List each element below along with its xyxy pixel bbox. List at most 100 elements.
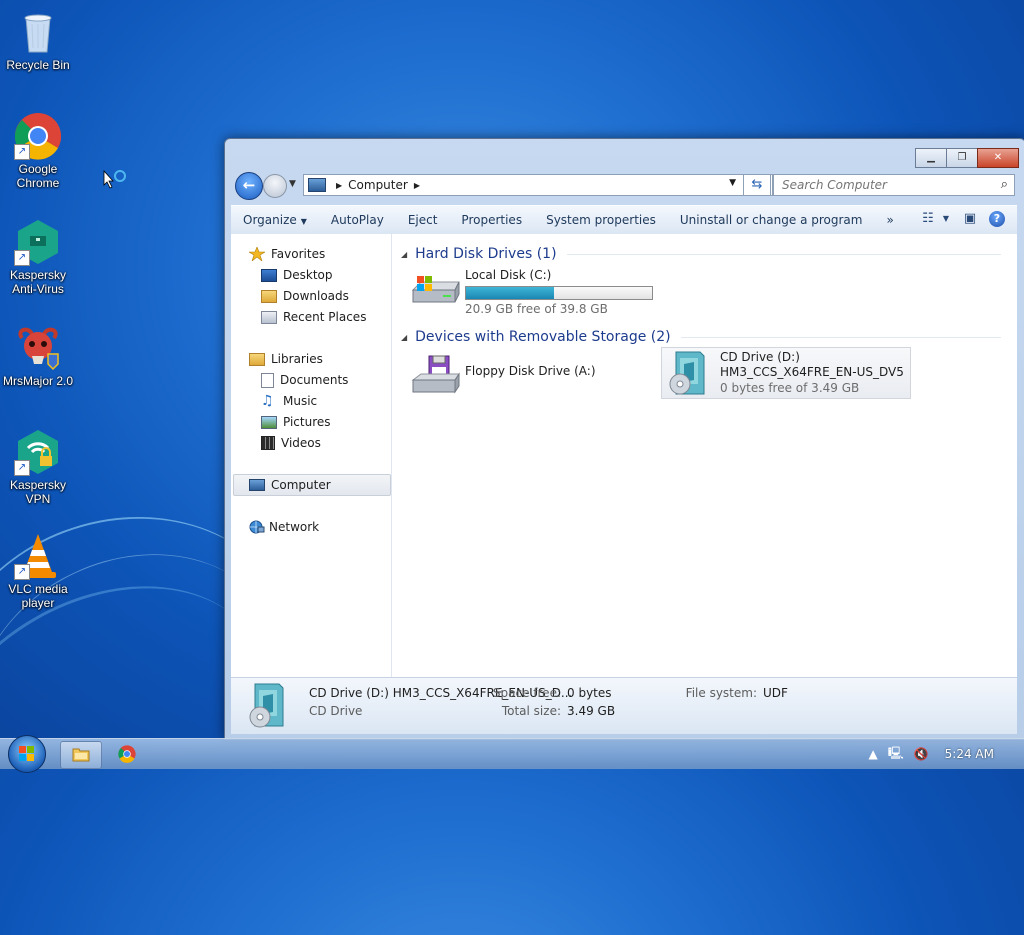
nav-label: Videos: [281, 436, 321, 450]
nav-videos[interactable]: Videos: [261, 433, 321, 453]
back-button[interactable]: ←: [235, 172, 263, 200]
nav-favorites[interactable]: Favorites: [247, 244, 326, 264]
taskbar: ▲ 🖳 🔇 5:24 AM: [0, 735, 1024, 773]
floppy-drive-icon: [411, 354, 461, 398]
collapse-triangle-icon[interactable]: ◢: [401, 250, 407, 259]
documents-icon: [261, 372, 274, 388]
hard-drive-windows-icon: [411, 268, 461, 312]
taskbar-explorer-button[interactable]: [60, 741, 102, 769]
collapse-triangle-icon[interactable]: ◢: [401, 333, 407, 342]
nav-libraries[interactable]: Libraries: [249, 349, 323, 369]
drive-name: Floppy Disk Drive (A:): [465, 364, 596, 378]
nav-pictures[interactable]: Pictures: [261, 412, 331, 432]
clock[interactable]: 5:24 AM: [945, 747, 994, 761]
volume-muted-icon[interactable]: 🔇: [914, 747, 929, 761]
breadcrumb-separator-icon[interactable]: ▶: [336, 181, 342, 190]
desktop-icon-recycle-bin[interactable]: Recycle Bin: [0, 8, 76, 72]
nav-label: Libraries: [271, 352, 323, 366]
search-icon[interactable]: ⌕: [1001, 177, 1008, 192]
group-title: Devices with Removable Storage (2): [415, 329, 671, 345]
desktop-icon-mrsmajor[interactable]: MrsMajor 2.0: [0, 324, 76, 388]
drive-free-space: 20.9 GB free of 39.8 GB: [465, 302, 608, 316]
desktop-icon-vlc[interactable]: ↗ VLC media player: [0, 532, 76, 610]
desktop-icon-kaspersky-antivirus[interactable]: ↗ Kaspersky Anti-Virus: [0, 218, 76, 296]
system-properties-button[interactable]: System properties: [534, 207, 668, 233]
preview-pane-icon[interactable]: ▣: [959, 208, 981, 230]
address-bar[interactable]: ▶ Computer ▶ ▼: [303, 174, 773, 196]
desktop-icon-google-chrome[interactable]: ↗ Google Chrome: [0, 112, 76, 190]
group-hard-disk-drives[interactable]: ◢ Hard Disk Drives (1): [401, 244, 1001, 264]
kaspersky-vpn-icon: ↗: [14, 428, 62, 476]
file-system-label: File system:: [685, 686, 757, 700]
content-pane: ◢ Hard Disk Drives (1) Local Disk (C:) 2…: [393, 234, 1017, 677]
drive-cd-d-selected[interactable]: CD Drive (D:) HM3_CCS_X64FRE_EN-US_DV5 0…: [661, 347, 911, 399]
search-box[interactable]: ⌕: [773, 174, 1015, 196]
recent-pages-dropdown[interactable]: ▼: [289, 179, 296, 189]
nav-label: Pictures: [283, 415, 331, 429]
view-options-chevron-icon[interactable]: ▼: [941, 208, 951, 230]
autoplay-button[interactable]: AutoPlay: [319, 207, 396, 233]
desktop-icon-label: Kaspersky Anti-Virus: [9, 268, 67, 296]
recent-places-icon: [261, 310, 277, 324]
navigation-pane: Favorites Desktop Downloads Recent Place…: [231, 234, 392, 677]
details-type: CD Drive: [309, 704, 363, 718]
shortcut-arrow-icon: ↗: [14, 460, 30, 476]
space-free-label: Space free:: [492, 686, 561, 700]
change-view-icon[interactable]: ☷: [917, 208, 939, 230]
uninstall-program-button[interactable]: Uninstall or change a program: [668, 207, 875, 233]
chevron-down-icon: ▼: [300, 217, 307, 226]
nav-desktop[interactable]: Desktop: [261, 265, 333, 285]
taskbar-chrome-button[interactable]: [106, 741, 146, 767]
network-status-icon[interactable]: 🖳: [888, 744, 904, 765]
nav-music[interactable]: ♫ Music: [261, 391, 317, 411]
file-system-value: UDF: [763, 686, 788, 700]
total-size-value: 3.49 GB: [567, 704, 616, 718]
nav-computer[interactable]: Computer: [249, 475, 331, 495]
start-button[interactable]: [8, 735, 46, 773]
close-button[interactable]: ✕: [977, 148, 1019, 168]
nav-label: Favorites: [271, 247, 326, 261]
drive-floppy-a[interactable]: Floppy Disk Drive (A:): [411, 354, 596, 398]
navigation-bar: ← ▼ ▶ Computer ▶ ▼ ⇆ ⌕: [235, 172, 1015, 200]
forward-button[interactable]: [263, 174, 287, 198]
refresh-button[interactable]: ⇆: [743, 174, 771, 196]
shortcut-arrow-icon: ↗: [14, 250, 30, 266]
toolbar-right-tools: ☷ ▼ ▣ ?: [909, 208, 1011, 230]
group-divider: [566, 253, 1001, 255]
desktop-icon-kaspersky-vpn[interactable]: ↗ Kaspersky VPN: [0, 428, 76, 506]
cd-drive-icon: [249, 682, 287, 728]
breadcrumb-separator-icon[interactable]: ▶: [414, 181, 420, 190]
drive-volume-label: HM3_CCS_X64FRE_EN-US_DV5: [720, 365, 904, 379]
nav-label: Recent Places: [283, 310, 367, 324]
show-hidden-icons-icon[interactable]: ▲: [868, 747, 877, 761]
disk-usage-bar: [465, 286, 653, 300]
minimize-button[interactable]: ▁: [915, 148, 947, 168]
search-input[interactable]: [780, 177, 994, 193]
breadcrumb-computer[interactable]: Computer: [348, 178, 408, 192]
organize-button[interactable]: Organize ▼: [231, 207, 319, 233]
music-note-icon: ♫: [261, 393, 274, 409]
maximize-button[interactable]: ❐: [946, 148, 978, 168]
nav-documents[interactable]: Documents: [261, 370, 348, 390]
kaspersky-antivirus-icon: ↗: [14, 218, 62, 266]
nav-label: Computer: [271, 478, 331, 492]
nav-downloads[interactable]: Downloads: [261, 286, 349, 306]
desktop-icon-label: VLC media player: [8, 582, 68, 610]
window-controls: ▁ ❐ ✕: [915, 148, 1019, 168]
more-commands-button[interactable]: »: [874, 207, 905, 233]
address-dropdown-icon[interactable]: ▼: [729, 178, 736, 188]
downloads-folder-icon: [261, 289, 277, 303]
drive-name: Local Disk (C:): [465, 268, 552, 282]
group-removable-storage[interactable]: ◢ Devices with Removable Storage (2): [401, 327, 1001, 347]
network-icon: [249, 520, 265, 534]
eject-button[interactable]: Eject: [396, 207, 450, 233]
explorer-window[interactable]: ▁ ❐ ✕ ← ▼ ▶ Computer ▶ ▼ ⇆ ⌕ Organize▼ A…: [224, 138, 1024, 740]
nav-network[interactable]: Network: [249, 517, 319, 537]
ram-skull-icon: [14, 324, 62, 372]
help-button[interactable]: ?: [989, 208, 1011, 230]
drive-cd-d[interactable]: CD Drive (D:) HM3_CCS_X64FRE_EN-US_DV5 0…: [666, 350, 904, 396]
nav-recent-places[interactable]: Recent Places: [261, 307, 366, 327]
properties-button[interactable]: Properties: [449, 207, 534, 233]
mouse-cursor: [103, 169, 126, 189]
drive-local-disk-c[interactable]: Local Disk (C:) 20.9 GB free of 39.8 GB: [411, 268, 653, 317]
